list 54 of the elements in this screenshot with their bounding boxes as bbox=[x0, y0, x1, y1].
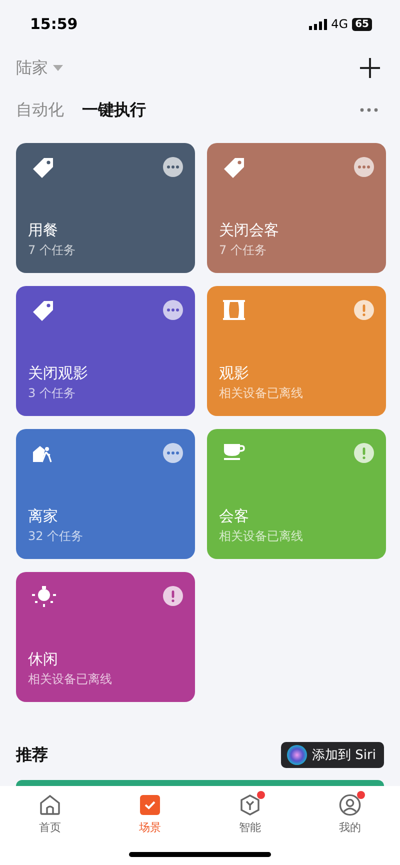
nav-tab[interactable]: 场景 bbox=[120, 794, 180, 835]
scene-subtitle: 7 个任务 bbox=[28, 242, 76, 259]
scene-card[interactable]: 关闭观影 3 个任务 bbox=[16, 286, 195, 416]
scene-title: 休闲 bbox=[28, 650, 59, 669]
more-icon[interactable] bbox=[163, 157, 183, 177]
scene-subtitle: 相关设备已离线 bbox=[219, 385, 304, 402]
scene-subtitle: 32 个任务 bbox=[28, 528, 84, 545]
scene-card[interactable]: 离家 32 个任务 bbox=[16, 429, 195, 559]
hexagon-icon bbox=[239, 794, 261, 816]
nav-tab[interactable]: 智能 bbox=[220, 794, 280, 835]
signal-icon bbox=[309, 18, 328, 30]
cup-icon bbox=[223, 443, 245, 461]
user-icon bbox=[339, 794, 361, 816]
nav-tab[interactable]: 我的 bbox=[320, 794, 380, 835]
scene-title: 用餐 bbox=[28, 221, 59, 240]
warning-icon[interactable] bbox=[354, 443, 374, 463]
house-walker-icon bbox=[32, 443, 54, 465]
scene-title: 关闭观影 bbox=[28, 364, 89, 383]
scene-title: 会客 bbox=[219, 507, 250, 526]
home-selector[interactable]: 陆家 bbox=[16, 58, 63, 78]
more-icon[interactable] bbox=[360, 108, 378, 112]
curtain-icon bbox=[223, 300, 245, 320]
siri-icon bbox=[287, 745, 308, 765]
network-label: 4G bbox=[331, 17, 348, 31]
tab[interactable]: 一键执行 bbox=[82, 100, 146, 120]
tag-icon bbox=[223, 157, 245, 179]
add-icon[interactable] bbox=[360, 58, 380, 78]
more-icon[interactable] bbox=[354, 157, 374, 177]
nav-tab[interactable]: 首页 bbox=[20, 794, 80, 835]
section-title: 推荐 bbox=[16, 744, 48, 766]
scene-subtitle: 相关设备已离线 bbox=[28, 671, 113, 688]
home-icon bbox=[39, 794, 61, 816]
tag-icon bbox=[32, 300, 54, 322]
warning-icon[interactable] bbox=[163, 586, 183, 606]
status-time: 15:59 bbox=[30, 15, 78, 33]
scene-subtitle: 7 个任务 bbox=[219, 242, 268, 259]
warning-icon[interactable] bbox=[354, 300, 374, 320]
checkbox-icon bbox=[139, 794, 161, 816]
bulb-icon bbox=[32, 586, 56, 608]
scene-card[interactable]: 休闲 相关设备已离线 bbox=[16, 572, 195, 702]
tab[interactable]: 自动化 bbox=[16, 100, 64, 120]
battery-indicator: 65 bbox=[352, 18, 372, 30]
scene-card[interactable]: 关闭会客 7 个任务 bbox=[207, 143, 386, 273]
tag-icon bbox=[32, 157, 54, 179]
scene-card[interactable]: 用餐 7 个任务 bbox=[16, 143, 195, 273]
add-to-siri-button[interactable]: 添加到 Siri bbox=[281, 742, 384, 768]
scene-title: 关闭会客 bbox=[219, 221, 280, 240]
more-icon[interactable] bbox=[163, 300, 183, 320]
scene-title: 离家 bbox=[28, 507, 59, 526]
more-icon[interactable] bbox=[163, 443, 183, 463]
scene-subtitle: 相关设备已离线 bbox=[219, 528, 304, 545]
scene-title: 观影 bbox=[219, 364, 250, 383]
scene-subtitle: 3 个任务 bbox=[28, 385, 76, 402]
caret-icon bbox=[53, 65, 63, 71]
